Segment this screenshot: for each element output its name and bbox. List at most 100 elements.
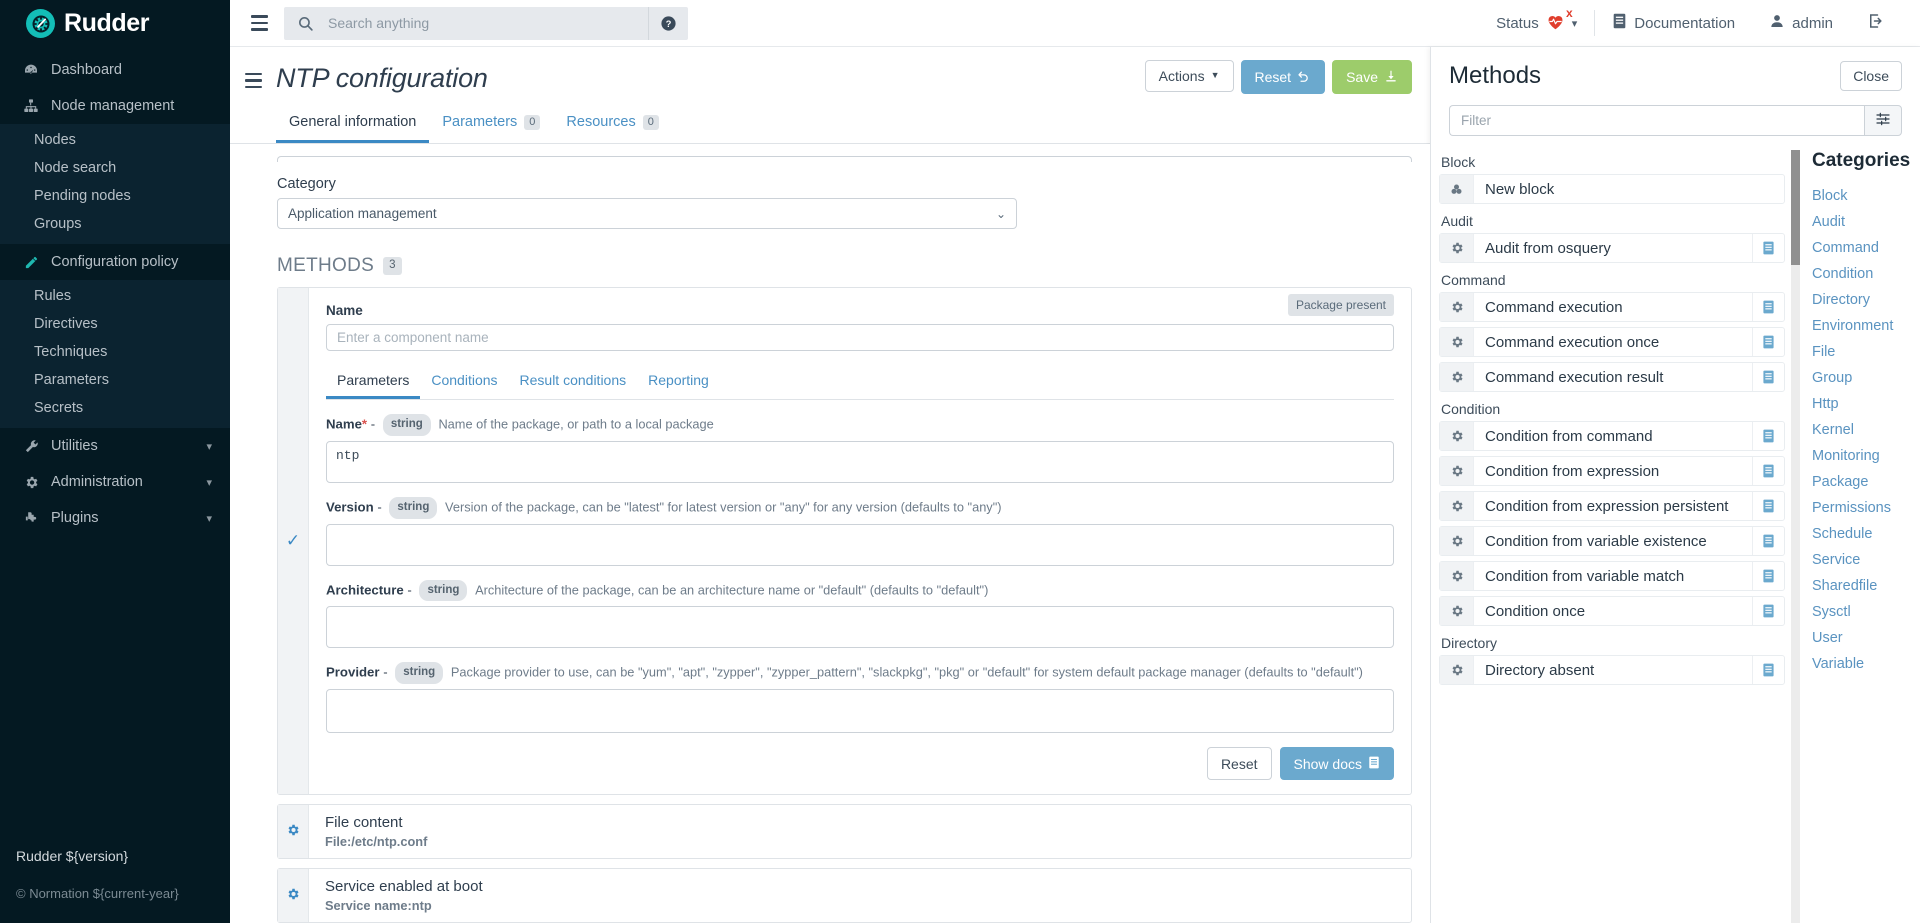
show-docs-button[interactable]: Show docs: [1280, 747, 1394, 780]
method-card-file-content[interactable]: File content File:/etc/ntp.conf: [277, 804, 1412, 859]
method-list-item-condition-from-expression[interactable]: Condition from expression: [1439, 456, 1785, 486]
status-menu[interactable]: Status x ▾: [1479, 0, 1594, 47]
category-link-variable[interactable]: Variable: [1812, 651, 1920, 677]
param-type: string: [389, 497, 437, 519]
category-link-environment[interactable]: Environment: [1812, 313, 1920, 339]
category-link-schedule[interactable]: Schedule: [1812, 521, 1920, 547]
sidebar-item-groups[interactable]: Groups: [0, 210, 230, 238]
tab-parameters[interactable]: Parameters 0: [429, 108, 553, 143]
sidebar-item-rules[interactable]: Rules: [0, 282, 230, 310]
user-menu[interactable]: admin: [1752, 0, 1850, 47]
method-doc-icon[interactable]: [1752, 328, 1784, 356]
method-list-item-command-execution-once[interactable]: Command execution once: [1439, 327, 1785, 357]
sidebar-item-plugins[interactable]: Plugins ▾: [0, 500, 230, 536]
category-link-command[interactable]: Command: [1812, 235, 1920, 261]
method-doc-icon[interactable]: [1752, 422, 1784, 450]
category-link-package[interactable]: Package: [1812, 469, 1920, 495]
category-link-file[interactable]: File: [1812, 339, 1920, 365]
component-name-input[interactable]: [326, 324, 1394, 351]
method-reset-button[interactable]: Reset: [1207, 747, 1272, 780]
actions-button[interactable]: Actions ▼: [1145, 60, 1234, 92]
category-link-monitoring[interactable]: Monitoring: [1812, 443, 1920, 469]
question-circle-icon[interactable]: ?: [648, 7, 688, 40]
method-doc-icon[interactable]: [1752, 562, 1784, 590]
method-tab-conditions[interactable]: Conditions: [420, 367, 508, 399]
param-input-version[interactable]: [326, 524, 1394, 566]
scrollbar-thumb[interactable]: [1791, 150, 1800, 265]
category-link-user[interactable]: User: [1812, 625, 1920, 651]
method-doc-icon[interactable]: [1752, 597, 1784, 625]
method-list-item-condition-from-expression-persistent[interactable]: Condition from expression persistent: [1439, 491, 1785, 521]
param-type: string: [419, 580, 467, 602]
category-link-sysctl[interactable]: Sysctl: [1812, 599, 1920, 625]
sidebar-item-techniques[interactable]: Techniques: [0, 338, 230, 366]
category-link-http[interactable]: Http: [1812, 391, 1920, 417]
methods-filter-input[interactable]: [1449, 105, 1864, 136]
method-list-item-command-execution[interactable]: Command execution: [1439, 292, 1785, 322]
sidebar-item-configuration-policy[interactable]: Configuration policy: [0, 244, 230, 280]
method-doc-icon[interactable]: [1752, 363, 1784, 391]
sidebar-toggle-button[interactable]: [242, 6, 276, 40]
category-link-service[interactable]: Service: [1812, 547, 1920, 573]
logout-button[interactable]: [1850, 0, 1902, 47]
sidebar-item-pending-nodes[interactable]: Pending nodes: [0, 182, 230, 210]
method-list-item-condition-once[interactable]: Condition once: [1439, 596, 1785, 626]
category-link-audit[interactable]: Audit: [1812, 209, 1920, 235]
method-doc-icon[interactable]: [1752, 234, 1784, 262]
method-tab-parameters[interactable]: Parameters: [326, 367, 420, 399]
method-list-item-audit-from-osquery[interactable]: Audit from osquery: [1439, 233, 1785, 263]
method-list-item-condition-from-variable-match[interactable]: Condition from variable match: [1439, 561, 1785, 591]
category-link-kernel[interactable]: Kernel: [1812, 417, 1920, 443]
sidebar-item-nodes[interactable]: Nodes: [0, 126, 230, 154]
method-tab-reporting[interactable]: Reporting: [637, 367, 720, 399]
global-search[interactable]: ?: [284, 7, 688, 40]
gear-icon: [22, 475, 40, 490]
documentation-link[interactable]: Documentation: [1595, 0, 1752, 47]
method-doc-icon[interactable]: [1752, 293, 1784, 321]
cut-off-field-above: [277, 156, 1412, 162]
sidebar-item-node-search[interactable]: Node search: [0, 154, 230, 182]
reset-button[interactable]: Reset: [1241, 60, 1326, 94]
param-input-name[interactable]: ntp: [326, 441, 1394, 483]
category-link-condition[interactable]: Condition: [1812, 261, 1920, 287]
method-list-item-command-execution-result[interactable]: Command execution result: [1439, 362, 1785, 392]
search-input[interactable]: [326, 7, 648, 40]
category-link-block[interactable]: Block: [1812, 183, 1920, 209]
editor-scroll-content: Category Application management ⌄ METHOD…: [230, 144, 1430, 923]
method-doc-icon[interactable]: [1752, 492, 1784, 520]
method-list-item-condition-from-variable-existence[interactable]: Condition from variable existence: [1439, 526, 1785, 556]
method-card-service-enabled-at-boot[interactable]: Service enabled at boot Service name:ntp: [277, 868, 1412, 923]
sidebar-item-secrets[interactable]: Secrets: [0, 394, 230, 422]
param-input-provider[interactable]: [326, 689, 1394, 733]
sidebar-item-directives[interactable]: Directives: [0, 310, 230, 338]
method-tab-result-conditions[interactable]: Result conditions: [509, 367, 638, 399]
filter-settings-button[interactable]: [1864, 105, 1902, 136]
editor-body[interactable]: Category Application management ⌄ METHOD…: [230, 144, 1430, 923]
editor-menu-toggle[interactable]: [230, 59, 276, 88]
category-select[interactable]: Application management ⌄: [277, 198, 1017, 229]
category-link-group[interactable]: Group: [1812, 365, 1920, 391]
close-panel-button[interactable]: Close: [1840, 61, 1902, 91]
category-link-sharedfile[interactable]: Sharedfile: [1812, 573, 1920, 599]
method-doc-icon[interactable]: [1752, 527, 1784, 555]
tab-resources[interactable]: Resources 0: [553, 108, 671, 143]
sidebar-item-utilities[interactable]: Utilities ▾: [0, 428, 230, 464]
brand[interactable]: Rudder: [0, 0, 230, 47]
gear-icon: [1440, 457, 1474, 485]
param-input-architecture[interactable]: [326, 606, 1394, 648]
method-list-item-directory-absent[interactable]: Directory absent: [1439, 655, 1785, 685]
tab-general-information[interactable]: General information: [276, 108, 429, 143]
sidebar-item-administration[interactable]: Administration ▾: [0, 464, 230, 500]
methods-list-scrollbar[interactable]: [1791, 150, 1800, 923]
sidebar-item-node-management[interactable]: Node management: [0, 88, 230, 124]
save-button[interactable]: Save: [1332, 60, 1412, 94]
sidebar-item-dashboard[interactable]: Dashboard: [0, 52, 230, 88]
method-list-item-new-block[interactable]: New block: [1439, 174, 1785, 204]
method-doc-icon[interactable]: [1752, 656, 1784, 684]
method-list-item-condition-from-command[interactable]: Condition from command: [1439, 421, 1785, 451]
method-doc-icon[interactable]: [1752, 457, 1784, 485]
category-link-directory[interactable]: Directory: [1812, 287, 1920, 313]
category-link-permissions[interactable]: Permissions: [1812, 495, 1920, 521]
method-list-item-label: Directory absent: [1474, 656, 1752, 684]
sidebar-item-parameters[interactable]: Parameters: [0, 366, 230, 394]
